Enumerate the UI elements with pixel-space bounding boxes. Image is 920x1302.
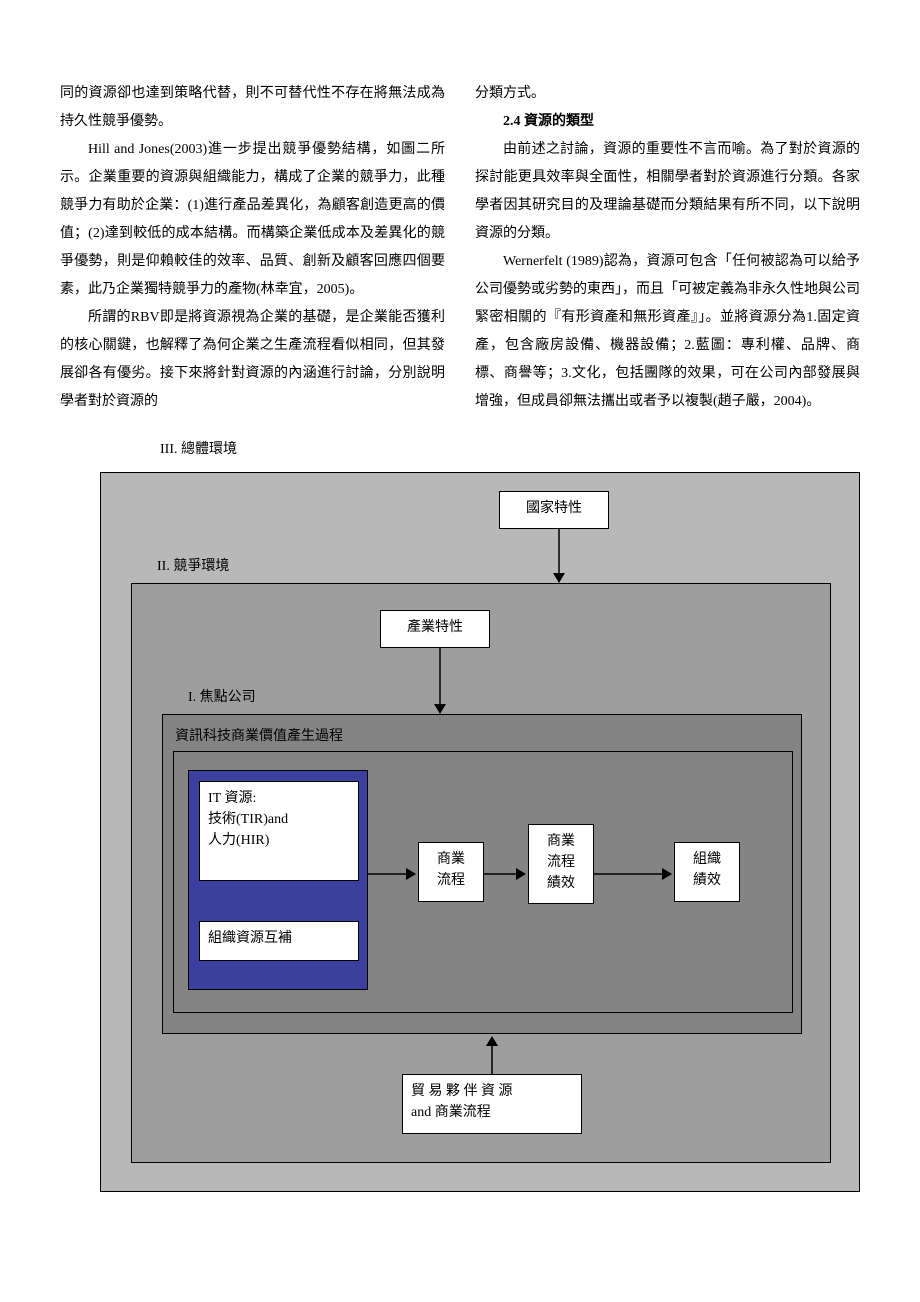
arrow-industry-down-icon: [430, 648, 450, 718]
box-industry-characteristics: 產業特性: [380, 610, 490, 648]
bpp-line1: 商業: [537, 831, 585, 852]
bpp-line2: 流程: [537, 852, 585, 873]
box-it-resources: IT 資源: 技術(TIR)and 人力(HIR): [199, 781, 359, 881]
arrow-partner-up-icon: [482, 1034, 502, 1078]
it-line3: 人力(HIR): [208, 830, 350, 851]
bpp-line3: 績效: [537, 873, 585, 894]
diagram-overall-environment: 國家特性 II. 競爭環境 產業特性 I. 焦點公司 資訊科技商業價值產生過程 …: [100, 472, 860, 1192]
layer1-label: I. 焦點公司: [188, 684, 256, 712]
arrow-bpp-to-op-icon: [594, 864, 674, 884]
it-line1: IT 資源:: [208, 788, 350, 809]
op-line2: 績效: [683, 870, 731, 891]
box-trade-partner: 貿 易 夥 伴 資 源 and 商業流程: [402, 1074, 582, 1134]
box-complementary-resources: 組織資源互補: [199, 921, 359, 961]
box-business-process-performance: 商業 流程 績效: [528, 824, 594, 904]
box-org-performance: 組織 績效: [674, 842, 740, 902]
column-left: 同的資源卻也達到策略代替，則不可替代性不存在將無法成為持久性競爭優勢。 Hill…: [60, 80, 445, 416]
arrow-bp-to-bpp-icon: [484, 864, 528, 884]
layer2-label: II. 競爭環境: [157, 553, 229, 581]
para-left-3: 所謂的RBV即是將資源視為企業的基礎，是企業能否獲利的核心關鍵，也解釋了為何企業…: [60, 304, 445, 416]
para-right-1: 分類方式。: [475, 80, 860, 108]
para-right-2: 由前述之討論，資源的重要性不言而喻。為了對於資源的探討能更具效率與全面性，相關學…: [475, 136, 860, 248]
para-left-1: 同的資源卻也達到策略代替，則不可替代性不存在將無法成為持久性競爭優勢。: [60, 80, 445, 136]
complementary-label: 組織資源互補: [208, 931, 292, 946]
inner-frame: IT 資源: 技術(TIR)and 人力(HIR) 組織資源互補 商業 流程: [173, 751, 793, 1013]
resource-group: IT 資源: 技術(TIR)and 人力(HIR) 組織資源互補: [188, 770, 368, 990]
layer-competitive-environment: 產業特性 I. 焦點公司 資訊科技商業價值產生過程 IT 資源: 技術(TIR)…: [131, 583, 831, 1163]
box-national-label: 國家特性: [526, 501, 582, 516]
text-columns: 同的資源卻也達到策略代替，則不可替代性不存在將無法成為持久性競爭優勢。 Hill…: [60, 80, 860, 416]
diagram-title: III. 總體環境: [160, 436, 860, 464]
partner-line1: 貿 易 夥 伴 資 源: [411, 1081, 573, 1102]
partner-line2: and 商業流程: [411, 1102, 573, 1123]
box-business-process: 商業 流程: [418, 842, 484, 902]
arrow-it-to-bp-icon: [368, 864, 418, 884]
para-left-2: Hill and Jones(2003)進一步提出競爭優勢結構，如圖二所示。企業…: [60, 136, 445, 304]
column-right: 分類方式。 2.4 資源的類型 由前述之討論，資源的重要性不言而喻。為了對於資源…: [475, 80, 860, 416]
inner-process-title: 資訊科技商業價值產生過程: [175, 723, 343, 751]
box-national-characteristics: 國家特性: [499, 491, 609, 529]
bp-line2: 流程: [427, 870, 475, 891]
op-line1: 組織: [683, 849, 731, 870]
box-industry-label: 產業特性: [407, 620, 463, 635]
section-heading-2-4: 2.4 資源的類型: [475, 108, 860, 136]
para-right-3: Wernerfelt (1989)認為，資源可包含「任何被認為可以給予公司優勢或…: [475, 248, 860, 416]
layer-focal-company: 資訊科技商業價值產生過程 IT 資源: 技術(TIR)and 人力(HIR) 組…: [162, 714, 802, 1034]
it-line2: 技術(TIR)and: [208, 809, 350, 830]
bp-line1: 商業: [427, 849, 475, 870]
arrow-nation-down-icon: [549, 529, 569, 585]
